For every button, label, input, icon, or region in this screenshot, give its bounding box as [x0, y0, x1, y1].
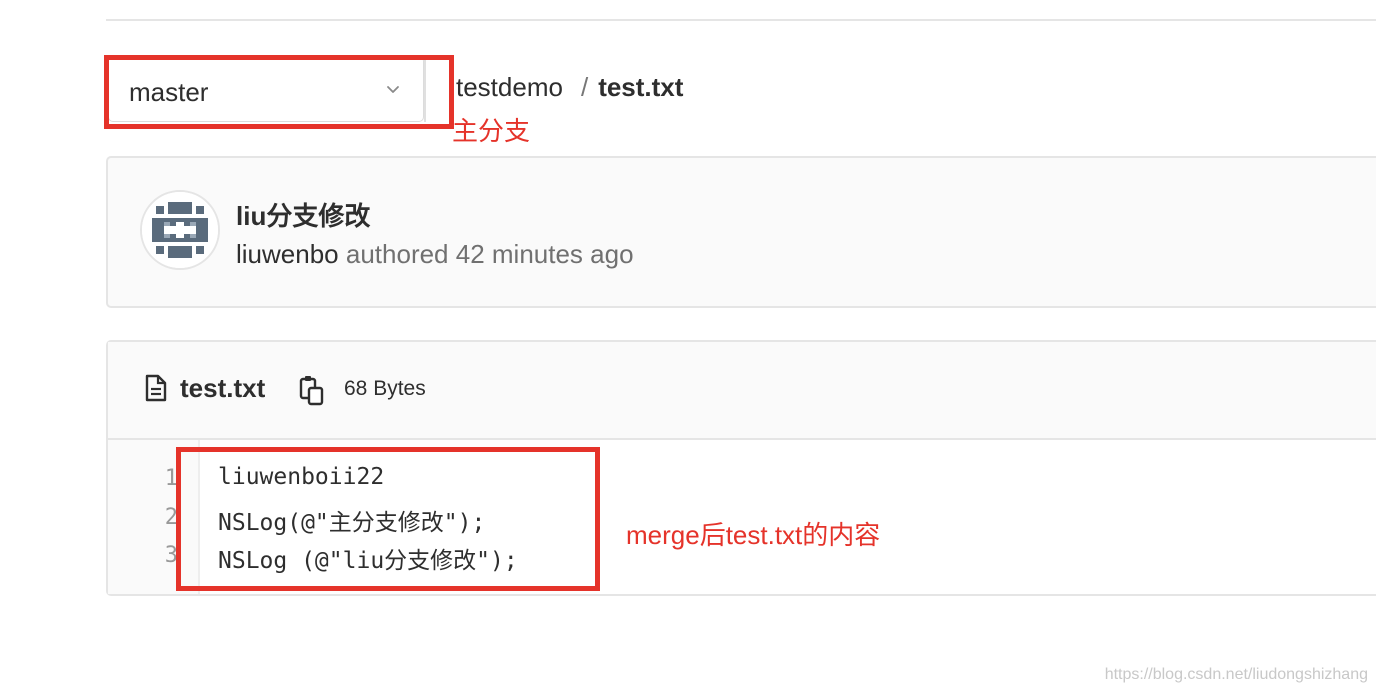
line-number[interactable]: 2 — [150, 505, 178, 530]
code-line: NSLog(@"主分支修改"); — [218, 510, 486, 536]
file-size: 68 Bytes — [344, 377, 426, 400]
watermark: https://blog.csdn.net/liudongshizhang — [1104, 666, 1368, 683]
code-line: NSLog (@"liu分支修改"); — [218, 548, 518, 574]
code-line: liuwenboii22 — [218, 464, 385, 490]
branch-dropdown-value: master — [129, 77, 209, 107]
line-number[interactable]: 1 — [150, 466, 178, 491]
file-text-icon — [145, 374, 167, 402]
author-avatar[interactable] — [140, 190, 220, 270]
identicon — [142, 192, 218, 268]
commit-title-link[interactable]: liu分支修改 — [236, 196, 370, 233]
commit-meta: liuwenbo authored 42 minutes ago — [236, 239, 634, 270]
content-annotation-text: merge后test.txt的内容 — [626, 520, 881, 550]
branch-divider — [424, 58, 426, 122]
top-divider — [106, 19, 1376, 21]
branch-annotation-text: 主分支 — [452, 116, 531, 146]
breadcrumb-separator: / — [580, 72, 589, 102]
page: master testdemo / test.txt 主分支 liu分支修改 l… — [0, 0, 1376, 694]
branch-dropdown[interactable]: master — [108, 56, 424, 122]
breadcrumb-file[interactable]: test.txt — [598, 72, 683, 102]
line-number[interactable]: 3 — [150, 543, 178, 568]
breadcrumb-project-link[interactable]: testdemo — [456, 72, 563, 102]
chevron-down-icon — [387, 86, 399, 93]
breadcrumb: testdemo / test.txt — [456, 72, 683, 103]
commit-author-link[interactable]: liuwenbo — [236, 239, 339, 269]
copy-icon[interactable] — [298, 374, 326, 406]
file-name: test.txt — [180, 373, 266, 403]
commit-time: authored 42 minutes ago — [345, 239, 634, 269]
